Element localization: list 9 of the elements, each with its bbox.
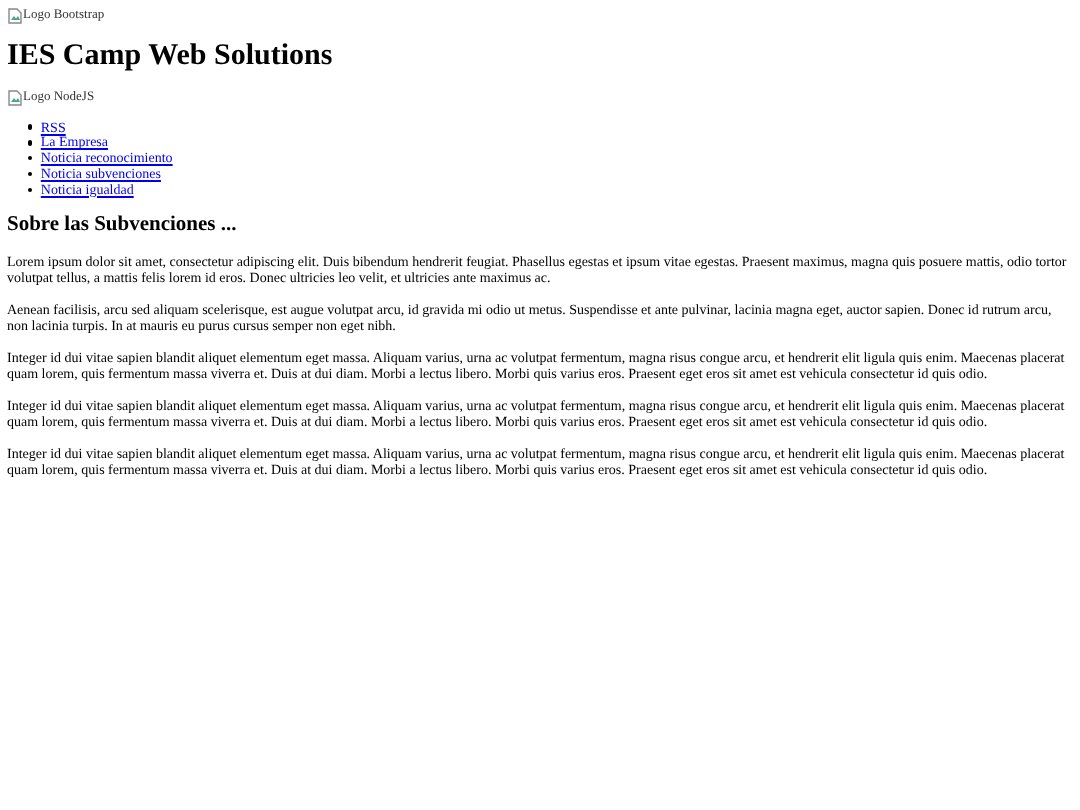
- broken-image-icon: [7, 89, 21, 106]
- bullet-icon: [28, 187, 33, 193]
- broken-image-icon: [7, 7, 21, 23]
- bullet-icon: [28, 171, 33, 177]
- bullet-icon: [28, 140, 33, 146]
- section-heading: Sobre las Subvenciones ...: [7, 213, 239, 238]
- bullet-icon: [28, 124, 33, 130]
- bullet-icon: [28, 156, 33, 161]
- page-title: IES Camp Web Solutions: [7, 39, 335, 74]
